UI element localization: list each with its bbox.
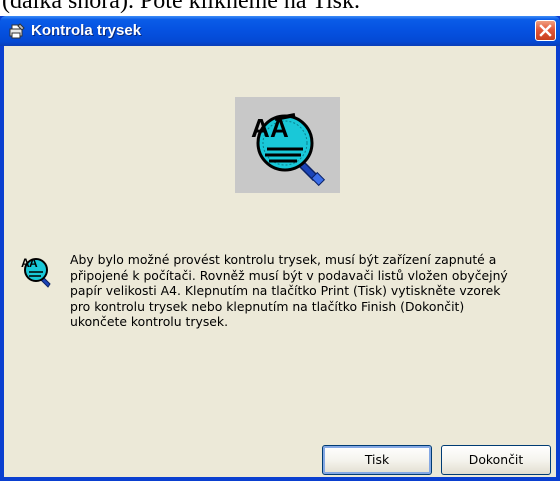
- title-bar[interactable]: Kontrola trysek: [0, 16, 560, 46]
- print-button[interactable]: Tisk: [322, 445, 432, 475]
- nozzle-check-magnifier-icon: A A: [21, 256, 51, 288]
- window-bottom-border: [0, 477, 560, 481]
- finish-button[interactable]: Dokončit: [441, 445, 551, 475]
- nozzle-check-illustration: A A: [235, 97, 340, 193]
- close-icon: [539, 24, 552, 37]
- dialog-window: Kontrola trysek A A A A Aby bylo možné p…: [0, 16, 560, 481]
- svg-text:A: A: [251, 113, 270, 143]
- background-document-text: (dalka shora). Pote klikneme na Tisk.: [0, 0, 560, 16]
- printer-wrench-icon: [8, 22, 26, 40]
- svg-text:A: A: [29, 256, 38, 270]
- window-title: Kontrola trysek: [31, 22, 142, 39]
- instruction-message: Aby bylo možné provést kontrolu trysek, …: [70, 252, 508, 330]
- background-text: (dalka shora). Pote klikneme na Tisk.: [2, 0, 360, 14]
- close-button[interactable]: [535, 20, 556, 41]
- dialog-body: A A A A Aby bylo možné provést kontrolu …: [4, 46, 556, 477]
- nozzle-check-magnifier-icon: A A: [251, 113, 326, 187]
